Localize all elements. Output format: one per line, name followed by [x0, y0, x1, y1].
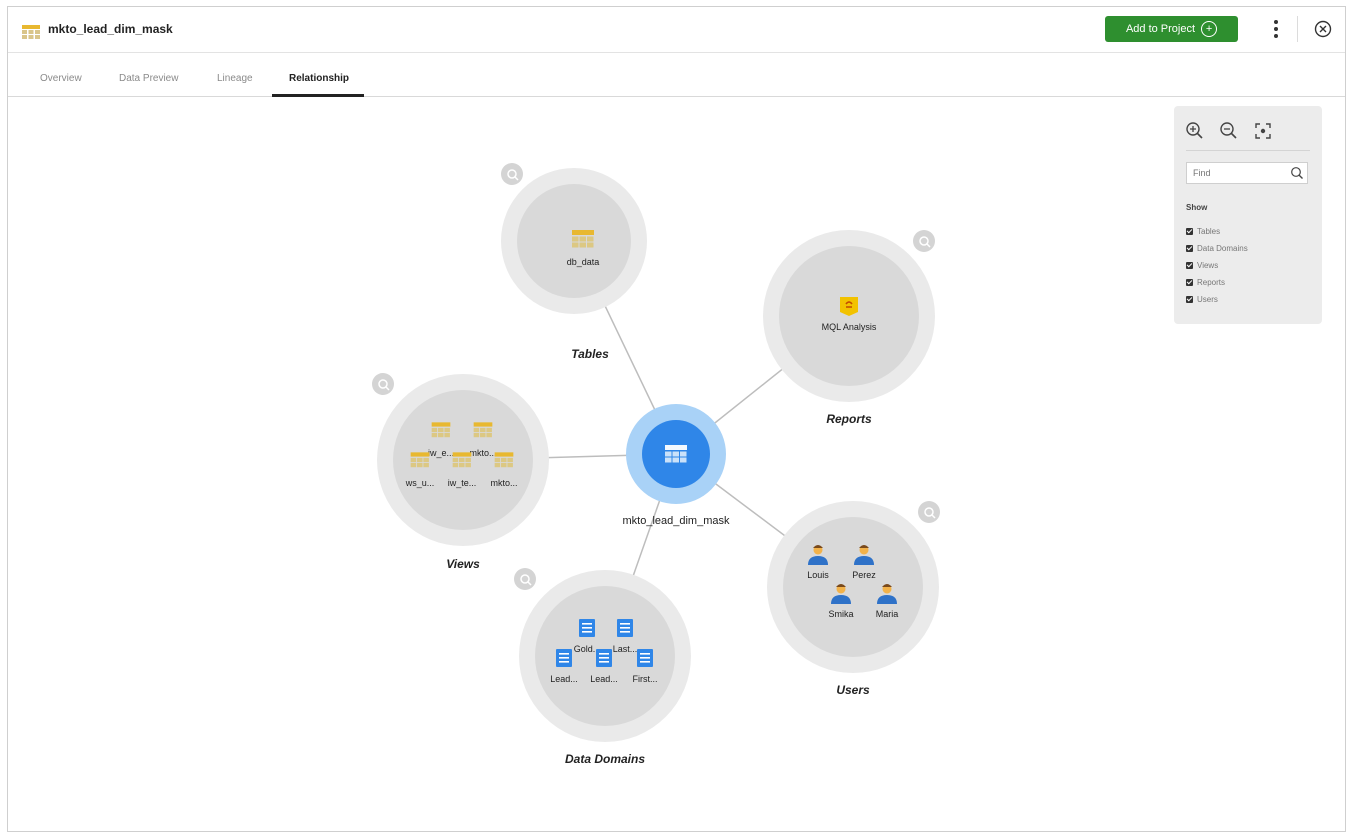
zoom-in-icon[interactable]: [1184, 120, 1206, 142]
filter-label: Views: [1197, 261, 1219, 270]
zoom-out-icon[interactable]: [1218, 120, 1240, 142]
zoom-badge-icon[interactable]: [918, 501, 940, 523]
checkbox-checked-icon[interactable]: [1186, 245, 1193, 252]
tables-group-label: Tables: [571, 347, 609, 361]
domain-icon: [637, 649, 653, 667]
graph-item-label: iw_te...: [448, 478, 477, 488]
filter-label: Users: [1197, 295, 1218, 304]
domains-group-label: Data Domains: [565, 752, 645, 766]
users-inner-circle: [783, 517, 923, 657]
view-icon: [410, 452, 430, 468]
graph-item-label: Smika: [828, 609, 853, 619]
graph-item-label: db_data: [567, 257, 600, 267]
view-icon: [473, 422, 493, 438]
graph-control-panel: Show Tables Data Domains Views Reports U…: [1174, 106, 1322, 324]
checkbox-checked-icon[interactable]: [1186, 228, 1193, 235]
zoom-badge-icon[interactable]: [501, 163, 523, 185]
node-group-views[interactable]: iw_e... mkto... ws_u... iw_te... mkto... View…: [372, 373, 549, 571]
graph-item-label: iw_e...: [428, 448, 454, 458]
filter-label: Tables: [1197, 227, 1221, 236]
checkbox-checked-icon[interactable]: [1186, 262, 1193, 269]
reports-group-label: Reports: [826, 412, 872, 426]
graph-item-label: Perez: [852, 570, 876, 580]
filter-users-checkbox[interactable]: Users: [1186, 295, 1218, 304]
filter-tables-checkbox[interactable]: Tables: [1186, 227, 1220, 236]
center-node-label: mkto_lead_dim_mask: [623, 515, 730, 527]
view-icon: [431, 422, 451, 438]
find-input[interactable]: [1187, 163, 1299, 183]
graph-item-label: Louis: [807, 570, 829, 580]
graph-item-label: First...: [633, 674, 658, 684]
domain-icon: [596, 649, 612, 667]
graph-item-label: Lead...: [550, 674, 578, 684]
zoom-badge-icon[interactable]: [913, 230, 935, 252]
zoom-badge-icon[interactable]: [514, 568, 536, 590]
node-group-reports[interactable]: MQL Analysis Reports: [763, 230, 935, 426]
checkbox-checked-icon[interactable]: [1186, 296, 1193, 303]
divider: [1186, 150, 1310, 151]
domain-icon: [617, 619, 633, 637]
filter-data-domains-checkbox[interactable]: Data Domains: [1186, 244, 1248, 253]
domain-icon: [579, 619, 595, 637]
filter-reports-checkbox[interactable]: Reports: [1186, 278, 1225, 287]
zoom-badge-icon[interactable]: [372, 373, 394, 395]
report-icon: [840, 297, 858, 316]
graph-item-label: mkto...: [469, 448, 496, 458]
show-filter-heading: Show: [1186, 203, 1208, 212]
domain-icon: [556, 649, 572, 667]
views-group-label: Views: [446, 557, 480, 571]
search-icon[interactable]: [1290, 166, 1304, 180]
graph-item-label: ws_u...: [405, 478, 435, 488]
graph-nodes: db_dataTablesMQL AnalysisReportsiw_e... m…: [372, 163, 940, 766]
filter-label: Reports: [1197, 278, 1226, 287]
table-icon: [572, 230, 594, 248]
center-node[interactable]: mkto_lead_dim_mask: [623, 404, 730, 527]
filter-label: Data Domains: [1197, 244, 1248, 253]
filter-views-checkbox[interactable]: Views: [1186, 261, 1218, 270]
node-group-tables[interactable]: db_data Tables: [501, 163, 647, 361]
node-group-domains[interactable]: Gold... Last...Lead... Lead... First...Data…: [514, 568, 691, 766]
graph-item-label: Lead...: [590, 674, 618, 684]
table-icon: [665, 445, 687, 463]
graph-item-label: Last...: [613, 644, 638, 654]
graph-item-label: mkto...: [490, 478, 517, 488]
node-group-users[interactable]: Louis Perez Smika Maria Users: [767, 501, 940, 697]
find-field[interactable]: [1186, 162, 1308, 184]
view-icon: [494, 452, 514, 468]
users-group-label: Users: [836, 683, 870, 697]
graph-item-label: Maria: [876, 609, 899, 619]
graph-item-label: MQL Analysis: [822, 322, 877, 332]
relationship-graph: db_dataTablesMQL AnalysisReportsiw_e... m…: [372, 163, 940, 766]
view-icon: [452, 452, 472, 468]
fit-to-screen-icon[interactable]: [1252, 120, 1274, 142]
checkbox-checked-icon[interactable]: [1186, 279, 1193, 286]
